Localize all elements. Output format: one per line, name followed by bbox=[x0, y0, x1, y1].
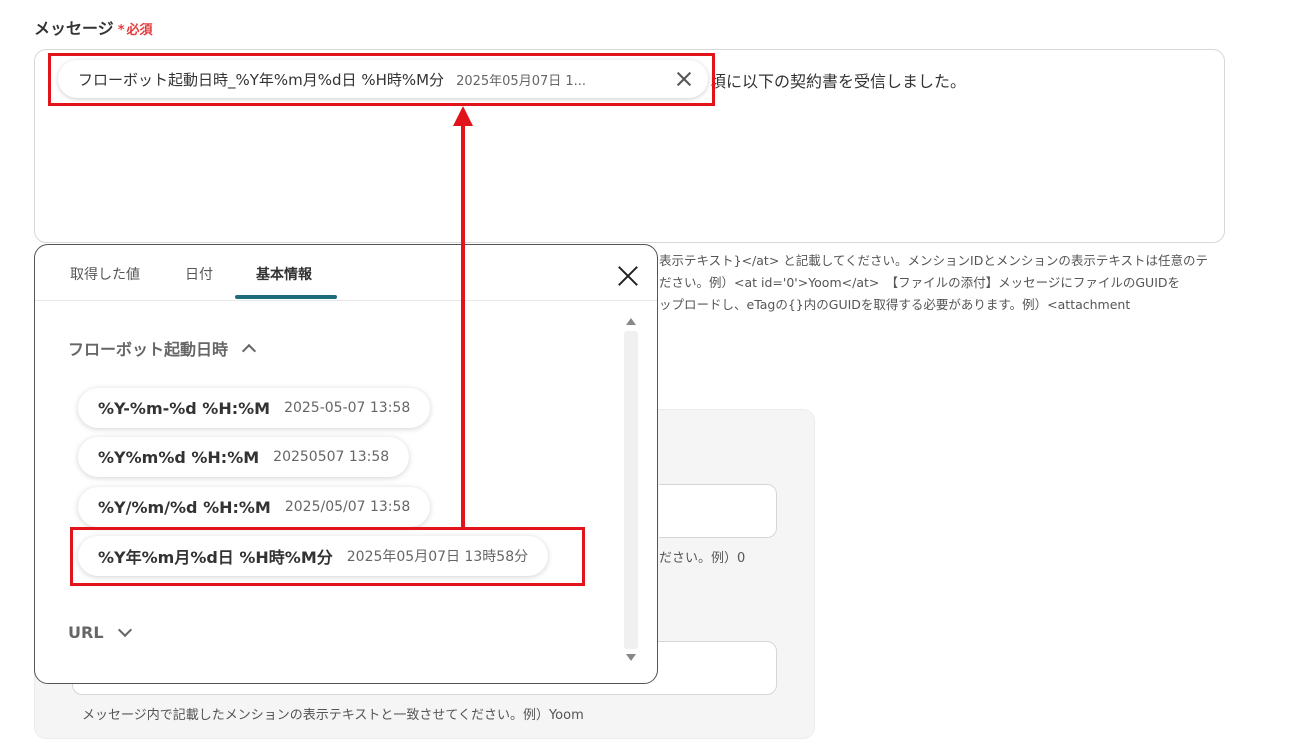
scroll-down-arrow-icon[interactable] bbox=[626, 654, 636, 661]
format-pattern: %Y年%m月%d日 %H時%M分 bbox=[98, 548, 333, 567]
format-example: 20250507 13:58 bbox=[273, 449, 390, 465]
tab-basic-info[interactable]: 基本情報 bbox=[256, 264, 312, 284]
section-title: URL bbox=[68, 623, 104, 642]
scroll-up-arrow-icon[interactable] bbox=[626, 318, 636, 325]
close-icon[interactable] bbox=[617, 265, 639, 287]
section-flowbot-datetime[interactable]: フローボット起動日時 bbox=[68, 336, 257, 360]
format-pattern: %Y%m%d %H:%M bbox=[98, 447, 260, 467]
help-text-line-1: 表示テキスト}</at> と記載してください。メンションIDとメンションの表示テ… bbox=[659, 253, 1208, 268]
close-icon[interactable] bbox=[674, 69, 694, 89]
section-title: フローボット起動日時 bbox=[68, 340, 229, 359]
required-text: 必須 bbox=[126, 23, 153, 38]
tab-acquired-values[interactable]: 取得した値 bbox=[70, 264, 140, 284]
format-pattern: %Y/%m/%d %H:%M bbox=[98, 497, 271, 517]
format-example: 2025-05-07 13:58 bbox=[284, 400, 411, 416]
popup-tabs: 取得した値 日付 基本情報 bbox=[35, 245, 657, 301]
input-a-hint: ださい。例）0 bbox=[659, 551, 746, 566]
tab-date[interactable]: 日付 bbox=[185, 264, 213, 284]
format-pattern: %Y-%m-%d %H:%M bbox=[98, 398, 271, 418]
format-option[interactable]: %Y-%m-%d %H:%M 2025-05-07 13:58 bbox=[78, 388, 431, 428]
annotation-arrow-line bbox=[461, 124, 465, 529]
help-text-line-3: ップロードし、eTagの{}内のGUIDを取得する必要があります。例）<atta… bbox=[659, 297, 1131, 312]
field-label-text: メッセージ bbox=[34, 19, 114, 38]
value-picker-popup: 取得した値 日付 基本情報 フローボット起動日時 %Y-%m-%d %H:%M … bbox=[34, 244, 658, 684]
format-example: 2025/05/07 13:58 bbox=[284, 499, 411, 515]
chevron-down-icon bbox=[117, 622, 132, 638]
format-option[interactable]: %Y/%m/%d %H:%M 2025/05/07 13:58 bbox=[78, 487, 431, 527]
input-b-hint: メッセージ内で記載したメンションの表示テキストと一致させてください。例）Yoom bbox=[82, 708, 584, 723]
required-mark: * bbox=[117, 23, 125, 38]
help-text-line-2: ださい。例）<at id='0'>Yoom</at> 【ファイルの添付】メッセー… bbox=[659, 275, 1181, 290]
format-example: 2025年05月07日 13時58分 bbox=[346, 549, 529, 565]
section-url[interactable]: URL bbox=[68, 622, 132, 642]
format-option[interactable]: %Y%m%d %H:%M 20250507 13:58 bbox=[78, 437, 410, 477]
scrollbar-thumb[interactable] bbox=[624, 331, 638, 649]
text-input-a[interactable] bbox=[659, 484, 777, 538]
chevron-up-icon bbox=[241, 343, 257, 358]
chip-value: 2025年05月07日 1... bbox=[456, 73, 587, 89]
active-tab-indicator bbox=[235, 295, 337, 299]
message-text: 頃に以下の契約書を受信しました。 bbox=[710, 72, 967, 91]
annotation-arrow-head bbox=[453, 106, 473, 126]
format-option-selected[interactable]: %Y年%m月%d日 %H時%M分 2025年05月07日 13時58分 bbox=[78, 536, 549, 576]
inserted-variable-chip[interactable]: フローボット起動日時_%Y年%m月%d日 %H時%M分 2025年05月07日 … bbox=[58, 60, 708, 98]
message-field-label: メッセージ * 必須 bbox=[34, 15, 153, 39]
chip-title: フローボット起動日時_%Y年%m月%d日 %H時%M分 bbox=[78, 70, 445, 89]
